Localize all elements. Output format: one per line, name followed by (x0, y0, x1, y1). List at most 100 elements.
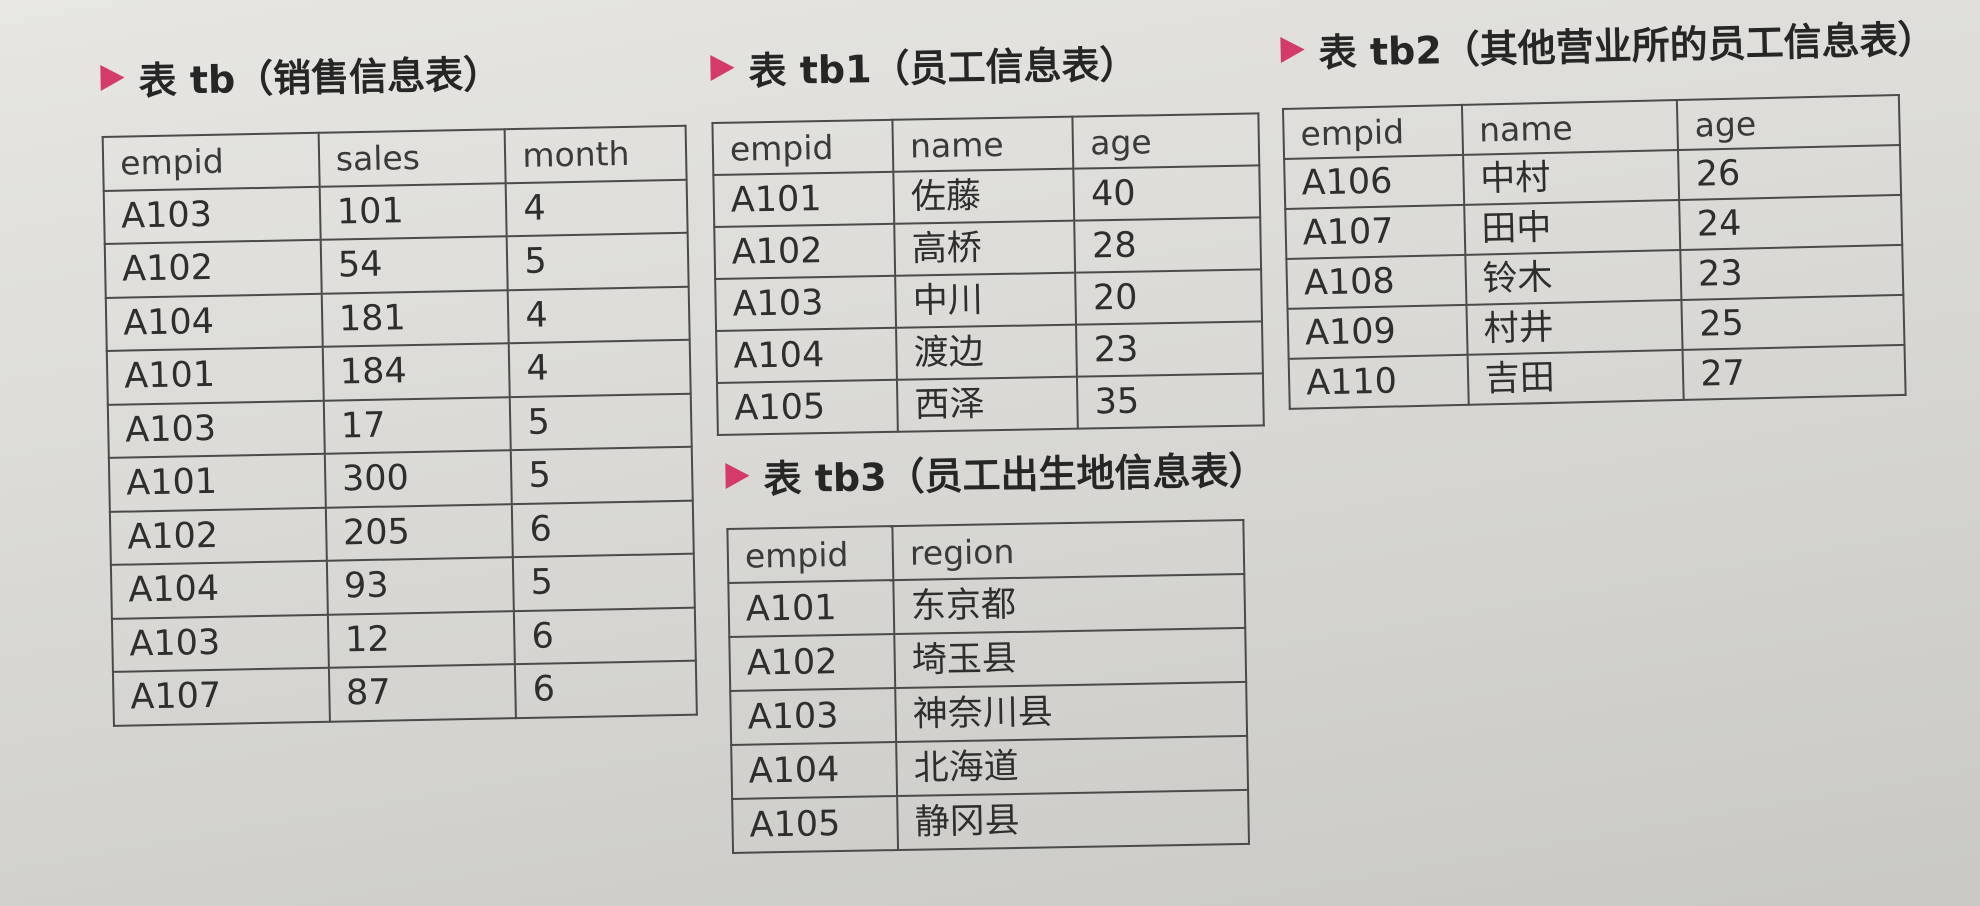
table-cell: A106 (1284, 154, 1464, 209)
table-row: A102 高桥 28 (714, 217, 1262, 279)
table-cell: 北海道 (896, 735, 1249, 797)
table-cell: A101 (106, 346, 324, 405)
table-cell: 23 (1076, 321, 1263, 377)
table-cell: A102 (714, 223, 896, 279)
table-cell: 5 (511, 446, 693, 504)
table-cell: 6 (512, 500, 694, 558)
table-row: A101 东京都 (728, 573, 1246, 637)
table-cell: A107 (1285, 204, 1465, 259)
table-cell: 23 (1680, 244, 1904, 300)
table-tb3: empid region A101 东京都 A102 埼玉县 A103 神奈川县 A104 北海道… (726, 519, 1250, 854)
table-cell: A105 (716, 379, 899, 435)
table-cell: A101 (728, 580, 895, 637)
table-cell: 6 (515, 660, 697, 718)
column-header: name (892, 116, 1074, 172)
table-cell: 184 (322, 343, 510, 401)
table-heading-tb3: 表 tb3（员工出生地信息表） (725, 439, 1267, 504)
table-tb1: empid name age A101 佐藤 40 A102 高桥 28 A103 中川 20 A104… (711, 112, 1264, 436)
column-header: age (1072, 113, 1260, 169)
table-cell: 5 (506, 232, 689, 290)
table-cell: 101 (319, 182, 507, 240)
table-title-tb2: 表 tb2（其他营业所的员工信息表） (1318, 16, 1937, 75)
table-row: A101 佐藤 40 (713, 165, 1261, 227)
table-cell: 村井 (1466, 299, 1683, 355)
table-cell: 20 (1075, 269, 1262, 325)
table-cell: 田中 (1463, 199, 1681, 255)
table-cell: 渡边 (896, 324, 1078, 380)
table-cell: A103 (730, 688, 897, 745)
table-cell: A102 (104, 239, 322, 298)
table-cell: A103 (715, 275, 897, 331)
table-cell: 93 (326, 557, 515, 615)
table-cell: 东京都 (893, 573, 1246, 635)
table-title-tb: 表 tb（销售信息表） (138, 51, 502, 103)
table-cell: 4 (508, 339, 691, 397)
table-cell: 5 (513, 553, 695, 611)
table-section-tb2: 表 tb2（其他营业所的员工信息表） empid name age A106 中村 26 A… (1280, 7, 1936, 409)
column-header: region (892, 519, 1245, 581)
table-row: A105 西泽 35 (716, 373, 1264, 435)
table-cell: 吉田 (1467, 349, 1684, 405)
table-tb2: empid name age A106 中村 26 A107 田中 24 A108 铃木 23 A109… (1282, 94, 1907, 410)
table-cell: 铃木 (1464, 249, 1682, 305)
table-cell: A101 (713, 171, 895, 227)
table-cell: A109 (1287, 304, 1468, 359)
table-cell: 17 (323, 396, 512, 454)
table-section-tb: 表 tb（销售信息表） empid sales month A103 101 4 A102 5… (100, 42, 697, 726)
table-cell: 205 (325, 503, 514, 561)
table-cell: A104 (716, 327, 898, 383)
table-cell: 佐藤 (893, 168, 1075, 224)
table-heading-tb: 表 tb（销售信息表） (100, 42, 502, 106)
table-cell: 40 (1073, 165, 1261, 221)
table-cell: 54 (320, 236, 508, 294)
table-cell: A110 (1288, 354, 1469, 409)
table-cell: 27 (1682, 344, 1906, 400)
triangle-right-icon (1280, 36, 1305, 63)
column-header: name (1461, 100, 1679, 155)
table-row: A104 北海道 (731, 735, 1249, 799)
table-cell: A103 (111, 614, 329, 672)
table-cell: A104 (110, 560, 328, 619)
triangle-right-icon (100, 64, 125, 91)
table-section-tb3: 表 tb3（员工出生地信息表） empid region A101 东京都 A102 埼玉… (725, 439, 1267, 853)
column-header: empid (727, 526, 894, 583)
table-cell: 300 (324, 450, 513, 508)
table-cell: A102 (729, 634, 896, 691)
table-cell: A103 (107, 400, 325, 458)
table-row: A107 87 6 (112, 660, 697, 726)
table-cell: 5 (509, 393, 692, 451)
column-header: empid (102, 132, 320, 191)
table-cell: 12 (327, 610, 516, 668)
table-cell: 35 (1077, 373, 1264, 429)
table-cell: A101 (108, 453, 326, 512)
table-section-tb1: 表 tb1（员工信息表） empid name age A101 佐藤 40 A102 高桥 2… (710, 33, 1264, 435)
table-cell: 26 (1678, 144, 1902, 200)
table-cell: 4 (507, 286, 690, 344)
table-row: A103 中川 20 (715, 269, 1262, 331)
table-cell: 埼玉县 (894, 627, 1247, 689)
table-cell: 6 (514, 607, 696, 665)
table-cell: 181 (321, 289, 509, 347)
table-cell: A108 (1286, 254, 1467, 309)
table-title-tb3: 表 tb3（员工出生地信息表） (763, 448, 1267, 501)
column-header: empid (712, 119, 894, 175)
table-row: A102 埼玉县 (729, 627, 1247, 691)
triangle-right-icon (710, 54, 735, 81)
table-heading-tb2: 表 tb2（其他营业所的员工信息表） (1280, 7, 1936, 78)
column-header: age (1677, 94, 1900, 150)
table-tb: empid sales month A103 101 4 A102 54 5 A104 181 4 A1… (102, 125, 698, 727)
table-row: A105 静冈县 (732, 789, 1249, 853)
column-header: month (504, 125, 687, 183)
table-cell: 中川 (895, 272, 1077, 328)
table-cell: 25 (1681, 294, 1905, 350)
table-cell: A104 (105, 293, 323, 351)
table-cell: 高桥 (894, 220, 1076, 276)
table-row: A103 神奈川县 (730, 681, 1248, 745)
table-cell: 24 (1679, 194, 1903, 250)
table-cell: 静冈县 (897, 789, 1249, 851)
table-cell: 西泽 (897, 376, 1079, 432)
table-heading-tb1: 表 tb1（员工信息表） (710, 33, 1138, 96)
table-cell: 28 (1074, 217, 1262, 273)
table-cell: A104 (731, 742, 898, 799)
table-cell: A105 (732, 796, 899, 853)
